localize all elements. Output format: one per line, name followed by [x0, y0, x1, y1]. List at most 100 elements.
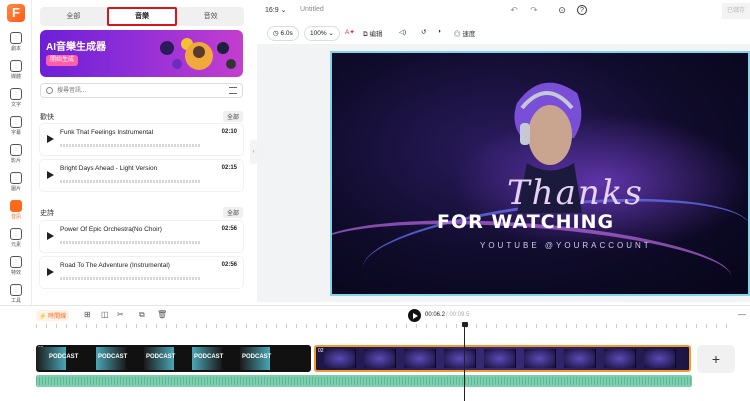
see-all-button[interactable]: 全部: [222, 111, 243, 122]
panel-tabs: 全部 音樂 音效: [40, 7, 244, 26]
clip-number: 02: [318, 348, 324, 354]
tab-all[interactable]: 全部: [40, 7, 107, 26]
filter-icon[interactable]: [229, 87, 237, 94]
duplicate-icon[interactable]: ⧉: [139, 310, 145, 320]
list-item[interactable]: Power Of Epic Orchestra(No Choir) 02:56: [40, 221, 243, 252]
video-clip-2[interactable]: 02: [314, 345, 691, 372]
zoom-out-icon[interactable]: —: [738, 310, 746, 319]
current-time: 00:06.2: [425, 312, 446, 318]
see-all-button[interactable]: 全部: [222, 207, 243, 218]
clip-frame: [524, 349, 556, 368]
play-icon[interactable]: [47, 171, 54, 179]
play-icon[interactable]: [47, 135, 54, 143]
help-icon[interactable]: ?: [577, 5, 587, 15]
rail-item-script[interactable]: 劇本: [0, 30, 32, 56]
play-icon[interactable]: [47, 268, 54, 276]
image-icon: [10, 172, 22, 184]
subtitle-icon: [10, 116, 22, 128]
clip-frame: [444, 349, 476, 368]
aspect-ratio-select[interactable]: 16:9 ⌄: [265, 6, 286, 14]
project-title[interactable]: Untitled: [300, 6, 324, 13]
rail-item-elements[interactable]: 元素: [0, 226, 32, 252]
rail-item-image[interactable]: 圖片: [0, 170, 32, 196]
speed-button[interactable]: ◎ 速度: [454, 28, 475, 38]
tab-sound-effects[interactable]: 音效: [177, 7, 244, 26]
duration-value: 6.0s: [280, 30, 293, 37]
total-time: / 00:09.5: [446, 312, 470, 318]
collapse-panel-handle[interactable]: ‹: [250, 140, 257, 164]
add-clip-button[interactable]: +: [697, 345, 735, 373]
flip-icon[interactable]: ◑: [437, 28, 441, 35]
rail-label: 圖片: [10, 186, 21, 192]
undo-icon[interactable]: ↶: [509, 5, 519, 15]
play-icon[interactable]: [47, 232, 54, 240]
clip-frame: [484, 349, 516, 368]
edit-toolbar: ◷ 6.0s 100% ⌄ A✦ ⧉ 编辑 ◁) ↺ ◑ ◎ 速度: [257, 26, 750, 42]
waveform: [60, 277, 200, 280]
rotate-icon[interactable]: ↺: [421, 28, 426, 36]
tab-music[interactable]: 音樂: [106, 7, 178, 26]
youtube-account-text: YOUTUBE @YOURACCOUNT: [480, 241, 652, 250]
time-ruler[interactable]: [36, 324, 736, 328]
top-bar: 16:9 ⌄ Untitled ↶ ↷ ⊙ ? 已儲存: [257, 0, 750, 22]
delete-icon[interactable]: 🗑: [157, 310, 167, 319]
section-heading: 歡快: [40, 114, 54, 121]
for-watching-text: FOR WATCHING: [437, 211, 615, 233]
list-item[interactable]: Funk That Feelings Instrumental 02:10: [40, 124, 243, 155]
rail-item-video[interactable]: 影片: [0, 142, 32, 168]
rail-label: 音訊: [10, 214, 21, 220]
screenshot-icon[interactable]: ⊙: [557, 5, 567, 15]
audio-search[interactable]: [40, 83, 243, 98]
rail-item-media[interactable]: 媒體: [0, 58, 32, 84]
edit-label: 编辑: [369, 31, 383, 38]
rail-item-subtitle[interactable]: 字幕: [0, 114, 32, 140]
clip-frame: [364, 349, 396, 368]
video-preview[interactable]: Thanks FOR WATCHING YOUTUBE @YOURACCOUNT: [330, 51, 750, 296]
volume-icon[interactable]: ◁): [399, 28, 406, 36]
edit-button[interactable]: ⧉ 编辑: [363, 28, 382, 39]
list-item[interactable]: Bright Days Ahead - Light Version 02:15: [40, 160, 243, 191]
track-duration: 02:56: [221, 226, 237, 232]
rail-label: 元素: [10, 242, 21, 248]
zoom-select[interactable]: 100% ⌄: [304, 26, 340, 41]
playhead[interactable]: [461, 322, 468, 401]
clip-frame: [564, 349, 596, 368]
rail-label: 文字: [10, 102, 21, 108]
clip-thumbnail-label: PODCAST: [49, 354, 79, 360]
search-input[interactable]: [57, 85, 217, 96]
play-button[interactable]: [408, 309, 421, 322]
audio-track[interactable]: [36, 375, 692, 387]
clip-frame: [404, 349, 436, 368]
track-duration: 02:10: [221, 129, 237, 135]
clip-frame: [604, 349, 636, 368]
section-heading: 史詩: [40, 210, 54, 217]
list-item[interactable]: Road To The Adventure (Instrumental) 02:…: [40, 257, 243, 288]
banner-start-button[interactable]: 開始生成: [46, 55, 78, 66]
waveform: [60, 144, 200, 147]
audio-waveform: [36, 377, 692, 385]
elements-icon: [10, 228, 22, 240]
timeline-mode-badge[interactable]: ⚡ 時間線: [36, 310, 70, 321]
banner-illustration: [160, 38, 236, 70]
duration-control[interactable]: ◷ 6.0s: [267, 26, 299, 41]
rail-item-music[interactable]: 音訊: [0, 198, 32, 224]
split-icon[interactable]: ◫: [101, 310, 109, 319]
add-track-icon[interactable]: ⊞: [84, 310, 91, 319]
app-logo[interactable]: F: [7, 4, 25, 22]
redo-icon[interactable]: ↷: [529, 5, 539, 15]
video-clip-1[interactable]: 01 PODCAST PODCAST PODCAST PODCAST PODCA…: [36, 345, 311, 372]
track-duration: 02:56: [221, 262, 237, 268]
clip-thumbnail-label: PODCAST: [242, 354, 272, 360]
rail-item-text[interactable]: 文字: [0, 86, 32, 112]
save-status-button[interactable]: 已儲存: [722, 3, 750, 19]
video-icon: [10, 144, 22, 156]
clip-frame: [324, 349, 356, 368]
scissors-icon[interactable]: ✂: [117, 310, 124, 319]
track-name: Power Of Epic Orchestra(No Choir): [60, 226, 162, 233]
waveform: [60, 241, 200, 244]
rail-item-effects[interactable]: 特效: [0, 254, 32, 280]
ai-music-banner[interactable]: AI音樂生成器 開始生成: [40, 30, 243, 77]
ai-icon[interactable]: A✦: [345, 28, 355, 36]
rail-label: 劇本: [10, 46, 21, 52]
zoom-value: 100%: [310, 30, 327, 37]
